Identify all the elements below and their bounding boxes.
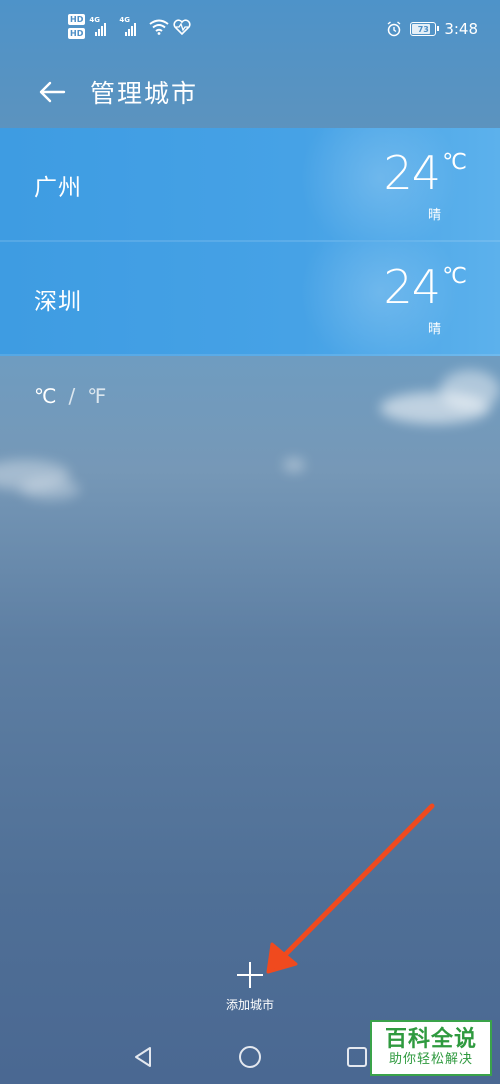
hd-badges: HD HD: [68, 14, 86, 39]
alarm-icon: [387, 21, 401, 37]
hd-badge: HD: [68, 28, 86, 39]
manage-cities-screen: HD HD 4G 4G 73 3:48 管理城市 广州 24 ℃ 晴 深圳 24…: [0, 0, 500, 1084]
wifi-icon: [149, 19, 169, 35]
weather-condition: 晴: [427, 322, 441, 337]
add-city-button[interactable]: 添加城市: [210, 960, 290, 1024]
battery-level: 73: [417, 24, 429, 34]
page-title: 管理城市: [90, 79, 199, 108]
temperature-unit: ℃: [442, 264, 467, 289]
temperature-unit: ℃: [442, 150, 467, 175]
cloud: [283, 458, 305, 472]
cloud: [20, 478, 80, 500]
watermark-subtitle: 助你轻松解决: [388, 1052, 473, 1067]
unit-separator: /: [68, 384, 76, 408]
city-name: 深圳: [34, 289, 82, 315]
app-header: 管理城市: [0, 62, 500, 122]
signal-icon: 4G: [119, 16, 145, 38]
city-list: 广州 24 ℃ 晴 深圳 24 ℃ 晴: [0, 128, 500, 356]
city-name: 广州: [34, 175, 82, 201]
add-city-label: 添加城市: [225, 998, 274, 1012]
nav-home-button[interactable]: [235, 1042, 265, 1072]
nav-back-button[interactable]: [128, 1042, 158, 1072]
circle-home-icon: [239, 1046, 261, 1068]
watermark-logo: 百科全说 助你轻松解决: [370, 1020, 492, 1076]
signal-icon: 4G: [89, 16, 115, 38]
fahrenheit-option[interactable]: ℉: [87, 384, 106, 408]
nav-recents-button[interactable]: [342, 1042, 372, 1072]
back-arrow-icon: [39, 81, 66, 103]
square-recents-icon: [347, 1047, 367, 1067]
weather-condition: 晴: [427, 208, 441, 223]
status-left-icons: HD HD 4G 4G: [68, 14, 191, 39]
battery-icon: 73: [410, 22, 440, 36]
celsius-option[interactable]: ℃: [34, 384, 56, 408]
status-right-icons: 73 3:48: [386, 20, 478, 38]
temperature-unit-toggle: ℃ / ℉: [34, 384, 106, 408]
cloud: [440, 370, 500, 410]
heart-rate-icon: [173, 18, 191, 35]
temperature-value: 24: [383, 146, 441, 200]
status-bar: HD HD 4G 4G 73 3:48: [0, 0, 500, 60]
clock-time: 3:48: [444, 20, 478, 38]
city-row-shenzhen[interactable]: 深圳 24 ℃ 晴: [0, 242, 500, 356]
hd-badge: HD: [68, 14, 86, 25]
city-row-guangzhou[interactable]: 广州 24 ℃ 晴: [0, 128, 500, 242]
triangle-back-icon: [135, 1047, 151, 1067]
watermark-title: 百科全说: [384, 1027, 477, 1052]
back-button[interactable]: [32, 72, 72, 112]
temperature-value: 24: [383, 260, 441, 314]
plus-icon: [235, 960, 265, 990]
